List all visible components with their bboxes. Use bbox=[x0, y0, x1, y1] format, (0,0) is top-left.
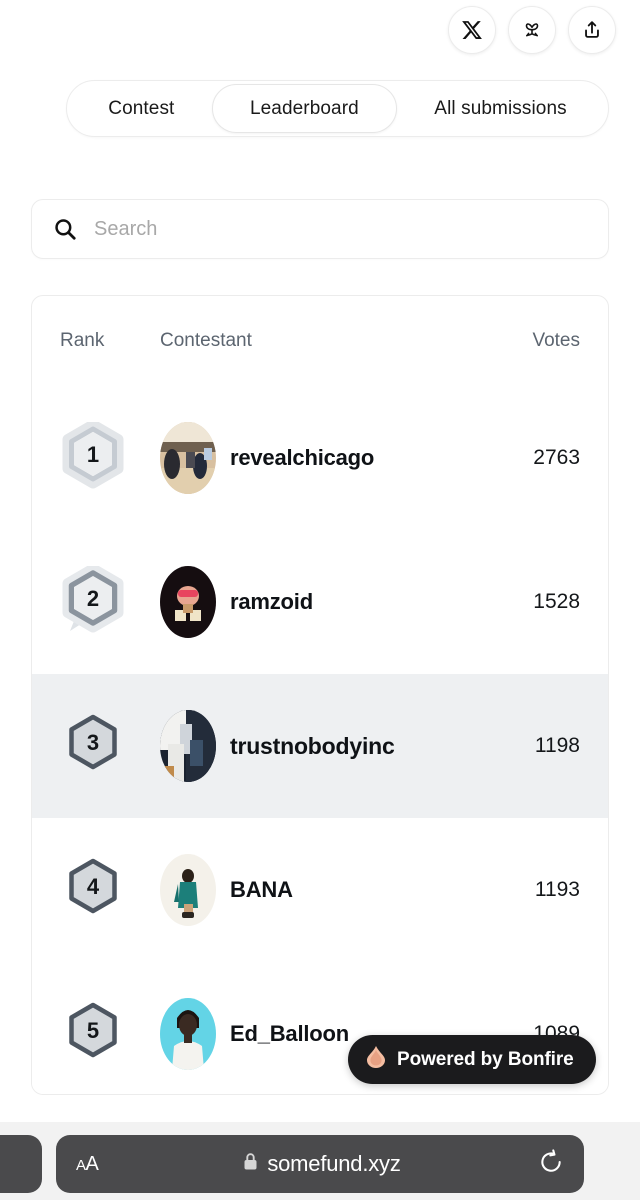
rank-cell: 1 bbox=[60, 422, 160, 494]
web-page-content: Contest Leaderboard All submissions Rank… bbox=[0, 0, 640, 1122]
search-input[interactable] bbox=[94, 217, 588, 241]
contestant-cell: trustnobodyinc bbox=[160, 710, 496, 782]
bluesky-button[interactable] bbox=[508, 6, 556, 54]
rank-badge-dark-icon: 4 bbox=[60, 854, 126, 926]
leaderboard-card: Rank Contestant Votes 1 revealchicago 27… bbox=[31, 295, 609, 1095]
votes-value: 1193 bbox=[534, 878, 580, 901]
contestant-name: revealchicago bbox=[230, 445, 375, 470]
rank-badge-dark-icon: 3 bbox=[60, 710, 126, 782]
avatar bbox=[160, 998, 216, 1070]
votes-value: 2763 bbox=[533, 446, 580, 469]
bonfire-flame-icon bbox=[366, 1045, 386, 1074]
table-row[interactable]: 1 revealchicago 2763 bbox=[32, 386, 608, 530]
address-bar-center: somefund.xyz bbox=[120, 1151, 524, 1177]
text-size-button[interactable]: AA bbox=[76, 1153, 120, 1176]
contestant-name: Ed_Balloon bbox=[230, 1021, 350, 1046]
svg-text:5: 5 bbox=[87, 1018, 99, 1043]
reload-icon bbox=[538, 1148, 564, 1180]
column-header-contestant: Contestant bbox=[160, 330, 252, 351]
rank-badge-steel-icon: 2 bbox=[60, 566, 126, 638]
avatar bbox=[160, 422, 216, 494]
svg-text:1: 1 bbox=[87, 442, 99, 467]
table-row[interactable]: 2 ramzoid 1528 bbox=[32, 530, 608, 674]
rank-cell: 5 bbox=[60, 998, 160, 1070]
reload-button[interactable] bbox=[524, 1148, 564, 1180]
rank-cell: 3 bbox=[60, 710, 160, 782]
contestant-name: ramzoid bbox=[230, 589, 313, 614]
adjacent-tab-preview[interactable] bbox=[0, 1135, 42, 1193]
contestant-cell: ramzoid bbox=[160, 566, 496, 638]
address-bar[interactable]: AA somefund.xyz bbox=[56, 1135, 584, 1193]
contestant-name: trustnobodyinc bbox=[230, 732, 395, 759]
svg-text:2: 2 bbox=[87, 586, 99, 611]
url-text: somefund.xyz bbox=[267, 1151, 401, 1176]
leaderboard-header-row: Rank Contestant Votes bbox=[32, 296, 608, 386]
rank-cell: 2 bbox=[60, 566, 160, 638]
tab-leaderboard[interactable]: Leaderboard bbox=[211, 84, 398, 133]
tab-bar: Contest Leaderboard All submissions bbox=[66, 80, 609, 137]
browser-bottom-bar: AA somefund.xyz bbox=[0, 1122, 640, 1200]
table-row[interactable]: 4 BANA 1193 bbox=[32, 818, 608, 962]
search-bar[interactable] bbox=[31, 199, 609, 259]
column-header-votes: Votes bbox=[532, 330, 580, 351]
bonfire-label: Powered by Bonfire bbox=[397, 1048, 574, 1070]
powered-by-bonfire-badge[interactable]: Powered by Bonfire bbox=[348, 1035, 596, 1084]
tab-contest-label: Contest bbox=[108, 97, 175, 119]
rank-badge-silver-icon: 1 bbox=[60, 422, 126, 494]
avatar bbox=[160, 710, 216, 782]
rank-cell: 4 bbox=[60, 854, 160, 926]
share-icon bbox=[581, 19, 603, 41]
tab-all-submissions[interactable]: All submissions bbox=[397, 84, 604, 133]
svg-text:4: 4 bbox=[87, 874, 100, 899]
votes-value: 1528 bbox=[533, 590, 580, 613]
votes-value: 1198 bbox=[534, 734, 580, 757]
contestant-name: BANA bbox=[230, 877, 293, 902]
x-twitter-button[interactable] bbox=[448, 6, 496, 54]
share-button[interactable] bbox=[568, 6, 616, 54]
contestant-cell: BANA bbox=[160, 854, 496, 926]
avatar bbox=[160, 854, 216, 926]
tab-all-submissions-label: All submissions bbox=[434, 97, 567, 119]
text-size-large-a: A bbox=[85, 1152, 99, 1175]
avatar bbox=[160, 566, 216, 638]
text-size-small-a: A bbox=[76, 1156, 86, 1174]
tab-leaderboard-label: Leaderboard bbox=[249, 97, 359, 119]
column-header-rank: Rank bbox=[60, 330, 105, 351]
svg-text:3: 3 bbox=[87, 730, 99, 755]
bluesky-icon bbox=[520, 18, 544, 42]
rank-badge-dark-icon: 5 bbox=[60, 998, 126, 1070]
search-icon bbox=[52, 216, 78, 242]
x-twitter-icon bbox=[461, 19, 483, 41]
tab-contest[interactable]: Contest bbox=[71, 84, 212, 133]
contestant-cell: revealchicago bbox=[160, 422, 496, 494]
table-row[interactable]: 3 trustnobodyinc 1198 bbox=[32, 674, 608, 818]
social-share-row bbox=[448, 6, 616, 54]
lock-icon bbox=[243, 1152, 258, 1176]
